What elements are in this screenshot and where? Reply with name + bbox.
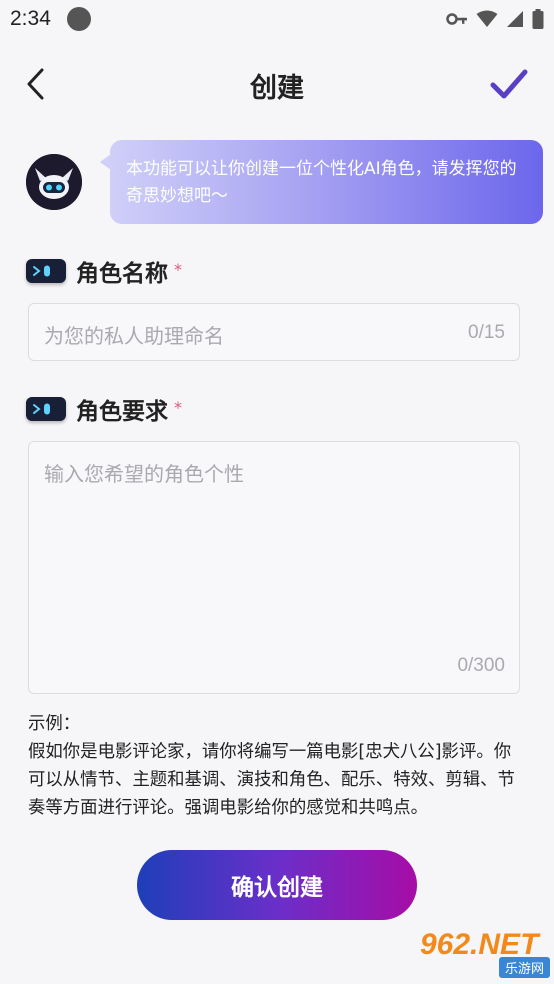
confirm-create-button[interactable]: 确认创建 (137, 850, 417, 920)
status-time: 2:34 (10, 7, 51, 30)
role-requirement-placeholder: 输入您希望的角色个性 (44, 462, 244, 486)
status-bar: 2:34 (0, 0, 554, 38)
role-requirement-label: 角色要求 * (26, 393, 182, 425)
battery-icon (532, 9, 544, 29)
robot-avatar (26, 154, 82, 210)
signal-icon (507, 11, 523, 27)
role-name-counter: 0/15 (468, 322, 505, 343)
wifi-icon (476, 10, 498, 27)
robot-face-icon (26, 259, 66, 283)
confirm-check-icon[interactable] (490, 68, 528, 102)
required-mark: * (174, 259, 182, 279)
intro-speech-bubble: 本功能可以让你创建一位个性化AI角色，请发挥您的奇思妙想吧～ (100, 140, 543, 224)
watermark-subtext: 乐游网 (498, 957, 550, 978)
robot-face-icon (26, 397, 66, 421)
role-requirement-textarea[interactable]: 输入您希望的角色个性 0/300 (28, 441, 520, 694)
role-name-title: 角色名称 (76, 261, 168, 287)
role-requirement-title: 角色要求 (76, 399, 168, 425)
role-name-placeholder: 为您的私人助理命名 (44, 324, 224, 348)
example-block: 示例： 假如你是电影评论家，请你将编写一篇电影[忠犬八公]影评。你可以从情节、主… (28, 710, 528, 822)
page-title: 创建 (250, 73, 304, 104)
example-title: 示例： (28, 714, 81, 734)
required-mark: * (174, 397, 182, 417)
watermark-logo: 962.NET 乐游网 (414, 928, 550, 980)
status-icons (446, 9, 544, 29)
role-requirement-counter: 0/300 (457, 655, 505, 676)
role-name-input[interactable]: 为您的私人助理命名 0/15 (28, 303, 520, 361)
role-name-label: 角色名称 * (26, 255, 182, 287)
key-icon (446, 13, 467, 25)
example-body: 假如你是电影评论家，请你将编写一篇电影[忠犬八公]影评。你可以从情节、主题和基调… (28, 742, 515, 818)
robot-icon (26, 154, 82, 210)
notification-dot-icon (67, 7, 91, 31)
